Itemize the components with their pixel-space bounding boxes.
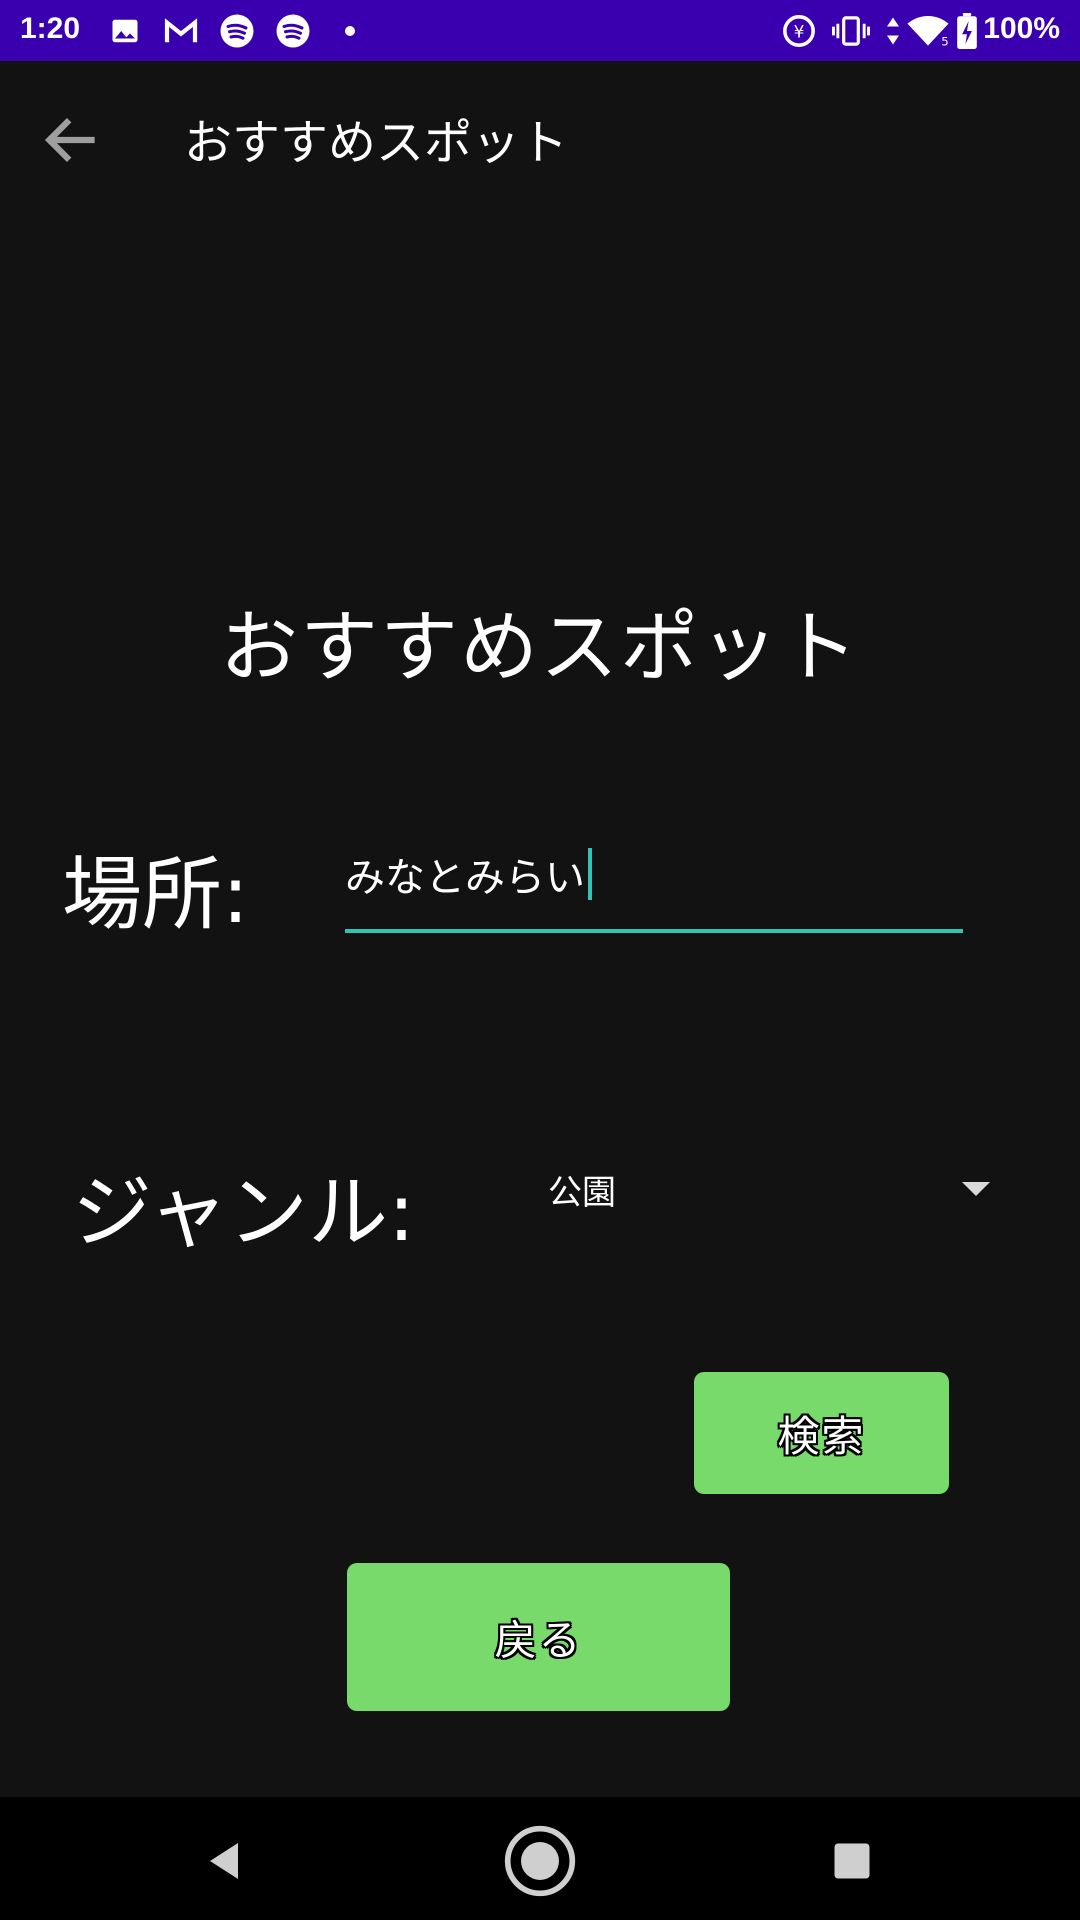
text-cursor (588, 848, 592, 900)
back-arrow-icon[interactable] (38, 106, 106, 174)
dropdown-arrow-icon (962, 1182, 990, 1196)
image-icon (108, 14, 142, 48)
genre-label: ジャンル: (72, 1166, 415, 1259)
gmail-icon (162, 14, 200, 48)
data-saver-icon: ¥ (780, 14, 818, 48)
spotify-icon (274, 14, 312, 48)
battery-percent: 100% (983, 12, 1060, 45)
nav-home-icon[interactable] (500, 1821, 580, 1901)
navigation-bar (0, 1797, 1080, 1920)
dot-icon (340, 14, 360, 48)
page-title: おすすめスポット (219, 603, 860, 693)
back-button[interactable]: 戻る (347, 1563, 730, 1711)
network-label: 5 (941, 35, 948, 48)
status-time: 1:20 (20, 12, 81, 45)
battery-charging-icon (954, 13, 980, 49)
input-underline (345, 929, 963, 933)
nav-recents-icon[interactable] (812, 1821, 892, 1901)
app-bar: おすすめスポット (0, 61, 1080, 211)
svg-text:¥: ¥ (794, 22, 805, 42)
status-bar: 1:20 ¥ 5 100% (0, 0, 1080, 61)
genre-selected-value: 公園 (548, 1173, 616, 1213)
place-input[interactable]: みなとみらい (345, 835, 963, 933)
wifi-icon: 5 (904, 14, 952, 48)
data-arrows-icon (882, 14, 904, 48)
place-input-value: みなとみらい (345, 855, 585, 901)
app-bar-title: おすすめスポット (184, 115, 569, 171)
genre-dropdown[interactable]: 公園 (530, 1150, 1000, 1230)
spotify-icon (218, 14, 256, 48)
vibrate-icon (830, 14, 872, 48)
place-label: 場所: (62, 848, 249, 941)
search-button[interactable]: 検索 (694, 1372, 949, 1494)
nav-back-icon[interactable] (186, 1821, 266, 1901)
